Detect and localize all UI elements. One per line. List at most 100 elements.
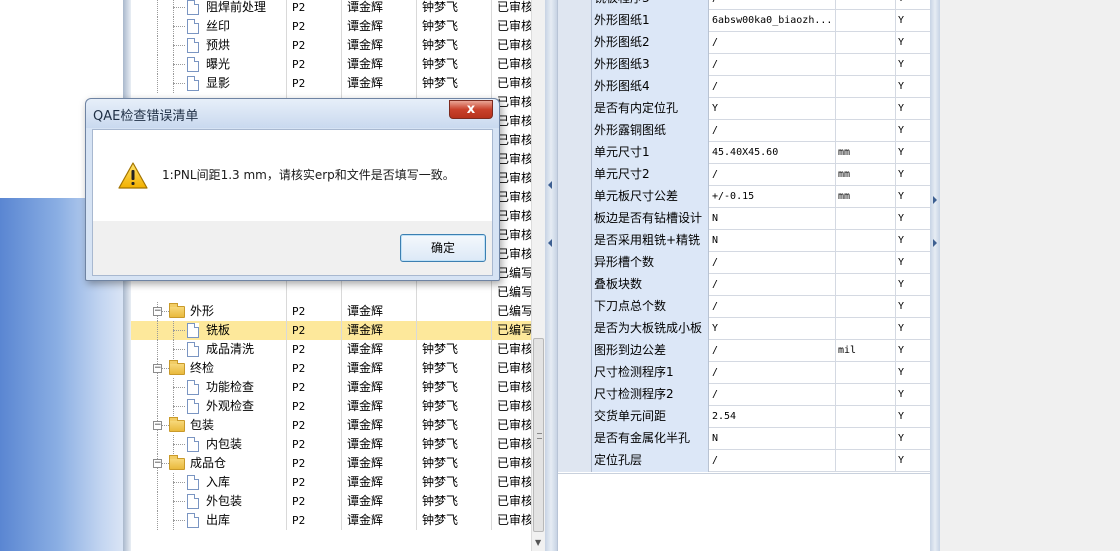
property-value[interactable]: 45.40X45.60 <box>709 142 836 164</box>
tree-node[interactable]: 铣板 <box>131 321 287 340</box>
row-indicator[interactable] <box>558 230 592 252</box>
tree-row[interactable]: 成品清洗 P2 谭金辉 钟梦飞 已审核 <box>131 340 531 359</box>
property-row[interactable]: 单元尺寸1 45.40X45.60 mm Y <box>558 142 931 164</box>
collapse-left-icon[interactable] <box>548 181 552 189</box>
property-flag[interactable]: Y <box>896 428 931 450</box>
property-value[interactable]: / <box>709 340 836 362</box>
property-row[interactable]: 叠板块数 / Y <box>558 274 931 296</box>
property-value[interactable]: / <box>709 252 836 274</box>
property-row[interactable]: 尺寸检测程序1/ Y <box>558 362 931 384</box>
tree-node[interactable]: 功能检查 <box>131 378 287 397</box>
property-unit[interactable] <box>836 450 896 472</box>
property-flag[interactable]: Y <box>896 76 931 98</box>
property-unit[interactable]: mm <box>836 186 896 208</box>
property-row[interactable]: 尺寸检测程序2/ Y <box>558 384 931 406</box>
tree-node[interactable]: 曝光 <box>131 55 287 74</box>
row-indicator[interactable] <box>558 296 592 318</box>
row-indicator[interactable] <box>558 450 592 472</box>
property-row[interactable]: 单元尺寸2/mm Y <box>558 164 931 186</box>
row-indicator[interactable] <box>558 98 592 120</box>
tree-node[interactable]: 成品清洗 <box>131 340 287 359</box>
tree-row[interactable]: 曝光 P2 谭金辉 钟梦飞 已审核 <box>131 55 531 74</box>
row-indicator[interactable] <box>558 164 592 186</box>
row-indicator[interactable] <box>558 384 592 406</box>
property-value[interactable]: 2.54 <box>709 406 836 428</box>
tree-row[interactable]: 出库 P2 谭金辉 钟梦飞 已审核 <box>131 511 531 530</box>
property-value[interactable]: / <box>709 296 836 318</box>
property-unit[interactable] <box>836 318 896 340</box>
property-value[interactable]: / <box>709 54 836 76</box>
tree-node[interactable]: − 终检 <box>131 359 287 378</box>
dialog-titlebar[interactable]: QAE检查错误清单 x <box>86 99 499 128</box>
tree-row[interactable]: 丝印 P2 谭金辉 钟梦飞 已审核 <box>131 17 531 36</box>
property-flag[interactable]: Y <box>896 10 931 32</box>
tree-node[interactable]: 阻焊前处理 <box>131 0 287 17</box>
property-value[interactable]: Y <box>709 98 836 120</box>
row-indicator[interactable] <box>558 340 592 362</box>
row-indicator[interactable] <box>558 208 592 230</box>
property-value[interactable]: 6absw00ka0_biaozh... <box>709 10 836 32</box>
row-indicator[interactable] <box>558 142 592 164</box>
property-value[interactable]: Y <box>709 318 836 340</box>
tree-row[interactable]: 已编写 <box>131 283 531 302</box>
row-indicator[interactable] <box>558 0 592 10</box>
tree-row[interactable]: 外包装 P2 谭金辉 钟梦飞 已审核 <box>131 492 531 511</box>
property-value[interactable]: / <box>709 76 836 98</box>
property-unit[interactable] <box>836 10 896 32</box>
property-flag[interactable]: Y <box>896 32 931 54</box>
property-unit[interactable] <box>836 230 896 252</box>
tree-node[interactable]: 预烘 <box>131 36 287 55</box>
row-indicator[interactable] <box>558 76 592 98</box>
collapse-right-icon[interactable] <box>933 196 937 204</box>
tree-node[interactable]: 外包装 <box>131 492 287 511</box>
property-unit[interactable] <box>836 32 896 54</box>
property-unit[interactable] <box>836 208 896 230</box>
property-unit[interactable] <box>836 384 896 406</box>
property-flag[interactable]: Y <box>896 186 931 208</box>
property-flag[interactable]: Y <box>896 0 931 10</box>
tree-row[interactable]: − 终检 P2 谭金辉 钟梦飞 已审核 <box>131 359 531 378</box>
property-value[interactable]: N <box>709 230 836 252</box>
property-flag[interactable]: Y <box>896 362 931 384</box>
tree-row[interactable]: − 包装 P2 谭金辉 钟梦飞 已审核 <box>131 416 531 435</box>
property-value[interactable]: +/-0.15 <box>709 186 836 208</box>
tree-row[interactable]: 内包装 P2 谭金辉 钟梦飞 已审核 <box>131 435 531 454</box>
row-indicator[interactable] <box>558 186 592 208</box>
property-unit[interactable]: mm <box>836 164 896 186</box>
tree-node[interactable]: 外观检查 <box>131 397 287 416</box>
property-row[interactable]: 异形槽个数 / Y <box>558 252 931 274</box>
row-indicator[interactable] <box>558 120 592 142</box>
tree-row[interactable]: 显影 P2 谭金辉 钟梦飞 已审核 <box>131 74 531 93</box>
property-unit[interactable] <box>836 98 896 120</box>
property-row[interactable]: 铣板程序3/ Y <box>558 0 931 10</box>
tree-row[interactable]: 阻焊前处理 P2 谭金辉 钟梦飞 已审核 <box>131 0 531 17</box>
property-value[interactable]: / <box>709 450 836 472</box>
property-row[interactable]: 是否有金属化半孔 N Y <box>558 428 931 450</box>
row-indicator[interactable] <box>558 428 592 450</box>
property-unit[interactable] <box>836 54 896 76</box>
property-value[interactable]: / <box>709 384 836 406</box>
tree-row[interactable]: 入库 P2 谭金辉 钟梦飞 已审核 <box>131 473 531 492</box>
tree-row[interactable]: − 成品仓 P2 谭金辉 钟梦飞 已审核 <box>131 454 531 473</box>
tree-row[interactable]: − 外形 P2 谭金辉 已编写 <box>131 302 531 321</box>
property-row[interactable]: 是否有内定位孔 Y Y <box>558 98 931 120</box>
property-flag[interactable]: Y <box>896 142 931 164</box>
property-flag[interactable]: Y <box>896 318 931 340</box>
property-flag[interactable]: Y <box>896 54 931 76</box>
property-unit[interactable] <box>836 0 896 10</box>
property-unit[interactable] <box>836 362 896 384</box>
property-row[interactable]: 定位孔层 / Y <box>558 450 931 472</box>
property-value[interactable]: / <box>709 274 836 296</box>
close-button[interactable]: x <box>449 100 493 119</box>
property-row[interactable]: 外形露铜图纸 / Y <box>558 120 931 142</box>
property-value[interactable]: / <box>709 362 836 384</box>
row-indicator[interactable] <box>558 318 592 340</box>
property-row[interactable]: 下刀点总个数 / Y <box>558 296 931 318</box>
property-flag[interactable]: Y <box>896 164 931 186</box>
collapse-right-icon-2[interactable] <box>933 239 937 247</box>
collapse-toggle-icon[interactable]: − <box>153 307 162 316</box>
tree-row[interactable]: 铣板 P2 谭金辉 已编写 <box>131 321 531 340</box>
tree-row[interactable]: 外观检查 P2 谭金辉 钟梦飞 已审核 <box>131 397 531 416</box>
property-unit[interactable]: mm <box>836 142 896 164</box>
tree-row[interactable]: 功能检查 P2 谭金辉 钟梦飞 已审核 <box>131 378 531 397</box>
